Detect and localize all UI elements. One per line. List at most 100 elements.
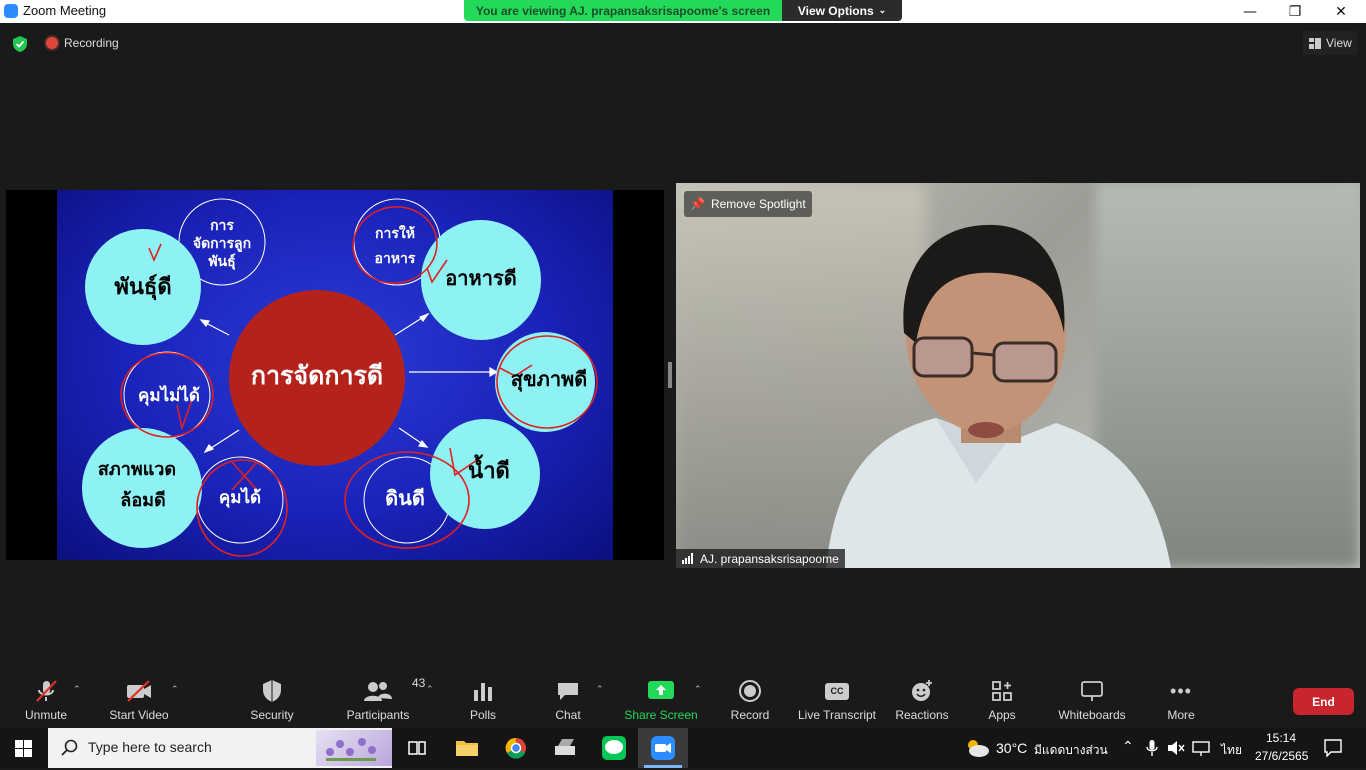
windows-start-icon[interactable] [15,740,32,757]
speaker-muted-icon[interactable] [1167,740,1185,756]
encryption-shield-icon[interactable] [11,35,29,53]
whiteboards-button[interactable]: Whiteboards [1056,678,1128,722]
video-options-caret[interactable]: ⌃ [171,685,179,695]
presentation-slide: พันธุ์ดี การ จัดการลูก พันธุ์ การให้ อาห… [57,190,613,560]
chat-button[interactable]: Chat [552,678,584,722]
reactions-label: Reactions [895,708,949,722]
remove-spotlight-label: Remove Spotlight [710,197,806,211]
unmute-button[interactable]: Unmute [20,678,72,722]
security-label: Security [250,708,294,722]
more-button[interactable]: ••• More [1164,678,1198,723]
minimize-button[interactable]: — [1227,0,1273,23]
resize-splitter[interactable] [668,362,672,388]
audio-options-caret[interactable]: ⌃ [73,685,81,695]
window-title: Zoom Meeting [23,3,107,18]
end-meeting-button[interactable]: End [1293,688,1354,715]
share-screen-label: Share Screen [624,708,698,722]
shared-screen: พันธุ์ดี การ จัดการลูก พันธุ์ การให้ อาห… [6,190,664,560]
network-icon[interactable] [1192,740,1210,756]
participants-icon [364,682,392,701]
task-view-icon[interactable] [404,736,430,760]
input-language[interactable]: ไทย [1221,741,1242,760]
recording-icon [46,37,58,49]
more-label: More [1167,708,1195,722]
apps-button[interactable]: Apps [986,678,1018,722]
share-screen-button[interactable]: Share Screen [624,678,698,722]
share-screen-icon [648,681,674,699]
video-camera-off-icon [127,680,151,702]
scanner-app-icon[interactable] [552,736,578,760]
taskbar-search-box[interactable]: Type here to search [48,728,392,768]
label-feeding-2: อาหาร [375,251,416,267]
participant-person-image [826,224,1171,568]
chat-icon [558,683,578,700]
file-explorer-icon[interactable] [454,736,480,760]
weather-cloud-icon [968,740,989,757]
label-good-environment-1: สภาพแวด [98,459,176,480]
live-transcript-button[interactable]: CC Live Transcript [797,678,877,722]
chevron-down-icon: ⌄ [878,5,887,15]
end-label: End [1312,694,1335,709]
label-good-management: การจัดการดี [251,361,383,390]
close-button[interactable]: ✕ [1318,0,1364,23]
participant-name: AJ. prapansaksrisapoome [700,551,839,566]
participant-video: 📌 Remove Spotlight AJ. prapansaksrisapoo… [676,183,1360,568]
meeting-toolbar: Unmute ⌃ Start Video ⌃ Security 43 Parti… [0,670,1366,728]
view-label: View [1326,36,1352,50]
line-app-icon[interactable] [601,736,627,760]
slide-diagram: พันธุ์ดี การ จัดการลูก พันธุ์ การให้ อาห… [82,198,598,557]
chat-label: Chat [555,708,581,722]
live-transcript-label: Live Transcript [797,708,877,722]
record-button[interactable]: Record [730,678,770,722]
whiteboard-icon [1081,681,1103,701]
share-options-caret[interactable]: ⌃ [694,685,702,695]
start-video-label: Start Video [109,708,169,722]
closed-caption-icon: CC [825,682,849,700]
security-button[interactable]: Security [248,678,296,722]
search-placeholder: Type here to search [88,739,212,755]
recording-label[interactable]: Recording [64,36,119,50]
polls-icon [474,683,492,701]
notification-icon[interactable] [1324,739,1342,757]
closed-caption-text: CC [830,686,844,696]
view-button[interactable]: View [1303,31,1357,55]
maximize-button[interactable]: ❐ [1272,0,1318,23]
pin-icon: 📌 [690,197,705,211]
weather-temperature[interactable]: 30°C [996,740,1027,756]
zoom-taskbar-icon [651,736,675,760]
label-good-soil: ดินดี [385,486,425,510]
chat-options-caret[interactable]: ⌃ [596,685,604,695]
apps-icon [992,681,1012,701]
view-options-label: View Options [797,3,874,18]
label-breeding-1: การ [210,218,234,234]
windows-taskbar: Type here to search 30°C มีแดดบางส่วน ⌃ … [0,728,1366,768]
label-good-environment-2: ล้อมดี [120,490,165,511]
viewing-banner-text: You are viewing AJ. prapansaksrisapoome'… [475,3,771,18]
signal-bars-icon [682,553,693,564]
label-breeding-3: พันธุ์ [208,253,235,270]
more-dots-icon: ••• [1170,680,1192,701]
view-options-button[interactable]: View Options ⌄ [782,0,902,21]
participant-name-tag: AJ. prapansaksrisapoome [676,549,845,568]
participants-button[interactable]: 43 Participants [345,676,426,722]
clock-time[interactable]: 15:14 [1266,731,1296,745]
participants-options-caret[interactable]: ⌃ [426,685,434,695]
clock-date[interactable]: 27/6/2565 [1255,749,1308,763]
weather-description[interactable]: มีแดดบางส่วน [1034,741,1108,760]
chevron-up-icon[interactable]: ⌃ [1122,738,1134,755]
reactions-button[interactable]: Reactions [895,678,949,722]
apps-label: Apps [988,708,1016,722]
polls-button[interactable]: Polls [466,678,500,722]
remove-spotlight-button[interactable]: 📌 Remove Spotlight [684,191,812,217]
unmute-label: Unmute [24,708,68,722]
label-uncontrollable: คุมไม่ได้ [138,385,200,406]
grid-view-icon [1309,37,1321,49]
microphone-icon[interactable] [1146,740,1158,756]
whiteboards-label: Whiteboards [1058,708,1126,722]
start-video-button[interactable]: Start Video [106,678,172,722]
chrome-icon[interactable] [503,736,529,760]
label-good-breed: พันธุ์ดี [114,274,171,301]
label-good-water: น้ำดี [468,454,510,484]
zoom-taskbar-active[interactable] [638,728,688,768]
reactions-smiley-icon [912,680,932,701]
